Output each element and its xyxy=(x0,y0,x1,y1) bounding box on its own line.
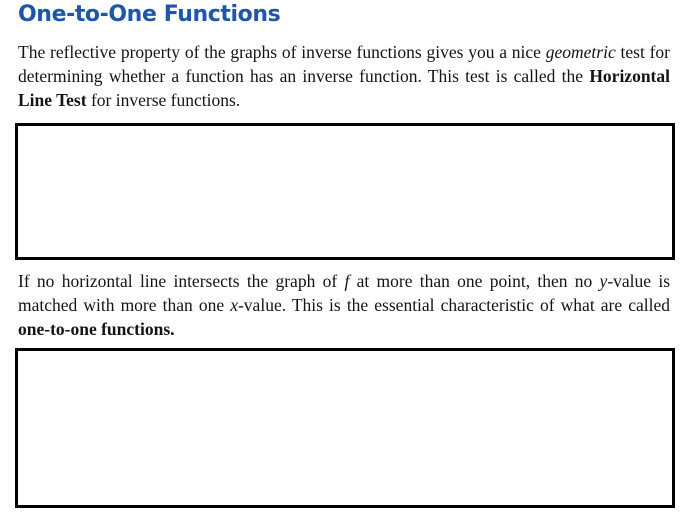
paragraph-text: for inverse functions. xyxy=(86,90,241,110)
paragraph-text: -value. This is the essential characteri… xyxy=(237,295,670,315)
document-page: One-to-One Functions The reflective prop… xyxy=(0,0,699,524)
section-title: One-to-One Functions xyxy=(18,2,281,27)
empty-figure-frame-bottom xyxy=(15,348,675,508)
bold-term: one-to-one functions. xyxy=(18,319,175,339)
paragraph-text: at more than one point, then no xyxy=(349,271,600,291)
paragraph-one-to-one: If no horizontal line intersects the gra… xyxy=(18,269,670,341)
paragraph-text: If no horizontal line intersects the gra… xyxy=(18,271,345,291)
emphasis-term: geometric xyxy=(545,42,616,62)
paragraph-horizontal-line-test: The reflective property of the graphs of… xyxy=(18,40,670,112)
empty-figure-frame-top xyxy=(15,123,675,260)
paragraph-text: The reflective property of the graphs of… xyxy=(18,42,546,62)
math-variable-x: x xyxy=(230,295,238,315)
